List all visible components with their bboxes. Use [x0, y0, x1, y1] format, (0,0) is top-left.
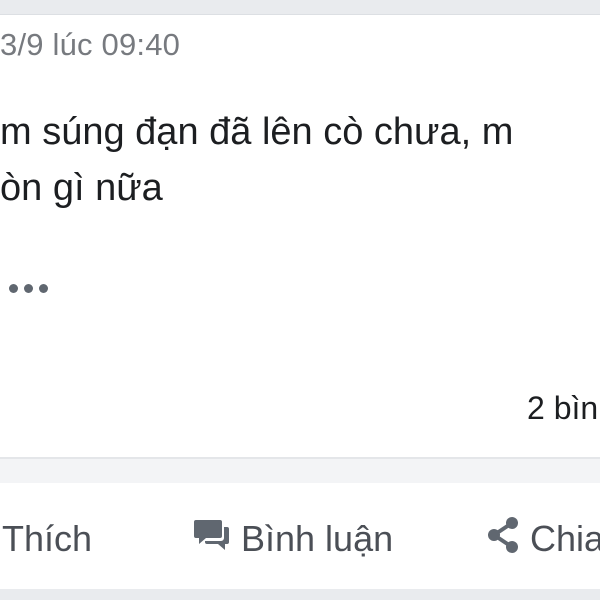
post-text-line-1: m súng đạn đã lên cò chưa, m — [0, 111, 514, 153]
top-feed-gap — [0, 0, 600, 14]
post-text-line-2: òn gì nữa — [0, 167, 163, 209]
post-timestamp[interactable]: 3/9 lúc 09:40 — [0, 27, 180, 63]
post-card: 3/9 lúc 09:40 m súng đạn đã lên cò chưa,… — [0, 0, 600, 600]
comment-bubbles-icon — [193, 518, 231, 561]
action-bar: Thích Bình luận Chia — [0, 483, 600, 589]
top-divider — [0, 14, 600, 15]
more-dots-icon[interactable] — [9, 276, 53, 298]
share-icon — [486, 516, 520, 563]
post-text: m súng đạn đã lên cò chưa, m òn gì nữa — [0, 104, 513, 216]
bottom-feed-gap — [0, 589, 600, 600]
dot — [24, 284, 33, 293]
like-label: Thích — [2, 518, 93, 559]
share-button[interactable]: Chia — [486, 516, 600, 563]
comment-button[interactable]: Bình luận — [193, 517, 393, 561]
share-label: Chia — [530, 518, 600, 559]
dot — [9, 284, 18, 293]
comment-count[interactable]: 2 bìn — [527, 390, 598, 427]
comment-label: Bình luận — [241, 518, 394, 559]
like-button[interactable]: Thích — [2, 517, 92, 561]
dot — [39, 284, 48, 293]
action-bar-gap — [0, 459, 600, 483]
